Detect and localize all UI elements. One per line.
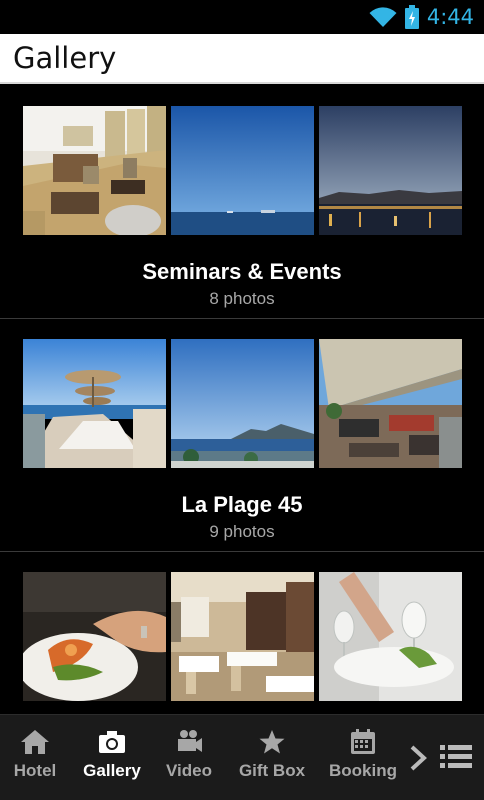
- status-time: 4:44: [426, 5, 474, 29]
- home-icon: [21, 730, 49, 754]
- battery-icon: [404, 5, 419, 29]
- calendar-icon: [351, 729, 375, 754]
- chevron-right-icon[interactable]: [408, 743, 428, 773]
- chef-plating-photo[interactable]: [23, 572, 166, 701]
- album-thumbnails: [23, 339, 462, 468]
- sea-horizon-photo[interactable]: [171, 106, 314, 235]
- conference-room-photo[interactable]: [23, 106, 166, 235]
- nav-label: Hotel: [13, 761, 57, 780]
- album-la-plage-45[interactable]: La Plage 45 9 photos: [0, 319, 484, 552]
- menu-icon[interactable]: [440, 743, 472, 771]
- nav-label: Booking: [329, 761, 397, 780]
- album-title: Seminars & Events: [142, 259, 342, 284]
- video-camera-icon: [178, 730, 202, 752]
- terrace-lounge-photo[interactable]: [319, 339, 462, 468]
- app-header: Gallery: [0, 34, 484, 84]
- album-seminars-events[interactable]: Seminars & Events 8 photos: [0, 86, 484, 319]
- star-icon: [259, 730, 285, 754]
- beach-umbrellas-photo[interactable]: [23, 339, 166, 468]
- nav-item-gallery[interactable]: Gallery: [80, 715, 144, 800]
- album-photo-count: 9 photos: [209, 522, 275, 541]
- restaurant-dining-photo[interactable]: [171, 572, 314, 701]
- album-thumbnails: [23, 106, 462, 235]
- bottom-nav: Hotel Gallery Video Gift Box Booking: [0, 714, 484, 800]
- gallery-list[interactable]: Seminars & Events 8 photos La Plage 45 9…: [0, 86, 484, 714]
- page-title: Gallery: [13, 41, 117, 75]
- wifi-icon: [369, 7, 397, 27]
- album-thumbnails: [23, 572, 462, 701]
- nav-label: Gift Box: [238, 761, 306, 780]
- nav-label: Gallery: [83, 761, 141, 780]
- nav-item-booking[interactable]: Booking: [328, 715, 398, 800]
- album-photo-count: 8 photos: [209, 289, 275, 308]
- nav-item-hotel[interactable]: Hotel: [8, 715, 62, 800]
- nav-item-gift-box[interactable]: Gift Box: [236, 715, 308, 800]
- nav-label: Video: [166, 761, 212, 780]
- status-bar: 4:44: [0, 0, 484, 34]
- album-title: La Plage 45: [181, 492, 303, 517]
- bay-mountains-photo[interactable]: [171, 339, 314, 468]
- album-restaurant[interactable]: [0, 552, 484, 714]
- wine-glasses-photo[interactable]: [319, 572, 462, 701]
- night-harbor-photo[interactable]: [319, 106, 462, 235]
- nav-item-video[interactable]: Video: [162, 715, 216, 800]
- camera-icon: [99, 731, 125, 753]
